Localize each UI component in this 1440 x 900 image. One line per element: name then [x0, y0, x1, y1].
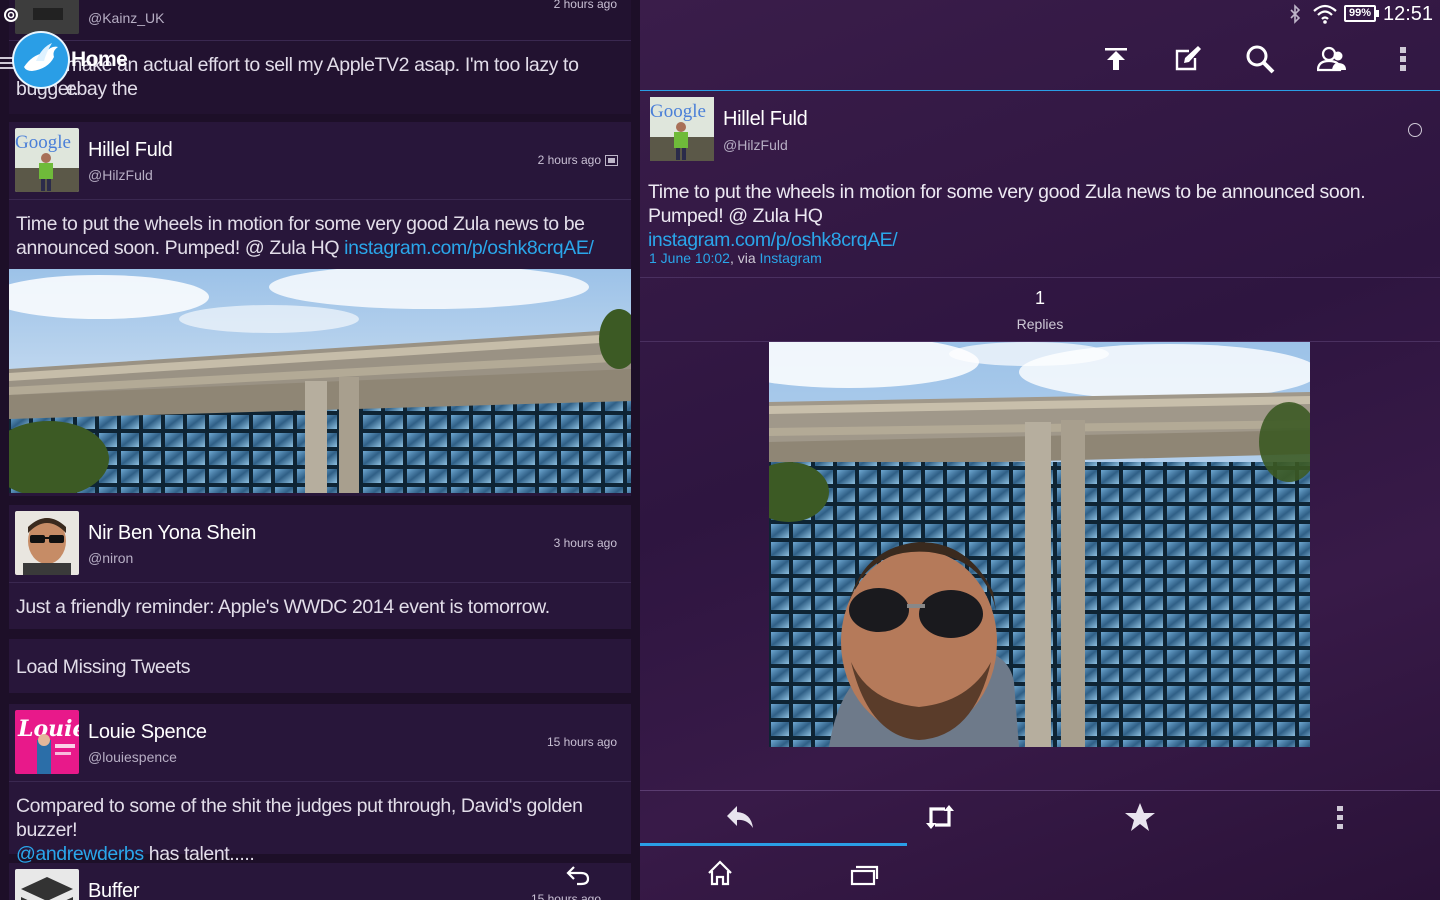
tweet-author-name[interactable]: Louie Spence — [88, 721, 207, 744]
tweet-time: 15 hours ago — [530, 892, 601, 900]
loading-indicator-icon — [1408, 123, 1422, 137]
compose-icon[interactable] — [1173, 45, 1203, 73]
menu-icon[interactable] — [0, 57, 14, 69]
avatar[interactable]: Louie — [15, 710, 79, 774]
tweet-handle: @Kainz_UK — [88, 10, 165, 26]
replies-count[interactable]: 1 — [640, 288, 1440, 309]
app-bar-underline — [640, 90, 1440, 91]
svg-text:Google: Google — [650, 101, 706, 122]
tweet-handle[interactable]: @HilzFuld — [88, 167, 153, 183]
at-icon — [0, 4, 30, 28]
bluetooth-icon — [1290, 4, 1301, 24]
detail-source[interactable]: Instagram — [760, 250, 822, 266]
upload-icon[interactable] — [1103, 46, 1129, 72]
timeline[interactable]: @Kainz_UK 2 hours ago make an actual eff… — [0, 0, 640, 900]
more-icon[interactable] — [1337, 806, 1343, 830]
svg-text:Google: Google — [15, 132, 71, 153]
tweet-author-name[interactable]: Buffer — [88, 880, 140, 900]
recents-icon[interactable] — [849, 864, 879, 886]
detail-link[interactable]: instagram.com/p/oshk8crqAE/ — [648, 229, 898, 251]
tweet-text: Just a friendly reminder: Apple's WWDC 2… — [16, 596, 550, 618]
divider — [9, 40, 631, 41]
load-missing-tweets-button[interactable]: Load Missing Tweets — [9, 639, 631, 693]
retweet-icon[interactable] — [925, 803, 955, 831]
tweet-author-name[interactable]: Hillel Fuld — [88, 139, 173, 162]
wifi-icon — [1313, 4, 1337, 24]
detail-handle[interactable]: @HilzFuld — [723, 137, 788, 153]
detail-date[interactable]: 1 June 10:02 — [649, 250, 730, 266]
media-icon — [605, 155, 618, 166]
divider — [640, 277, 1440, 278]
tweet-time: 2 hours ago — [537, 153, 601, 167]
search-icon[interactable] — [1245, 44, 1275, 74]
tweet-card[interactable]: Google Hillel Fuld @HilzFuld 2 hours ago… — [9, 122, 631, 496]
home-icon[interactable] — [706, 860, 734, 886]
people-icon[interactable] — [1317, 46, 1347, 72]
divider — [9, 781, 631, 782]
replies-label[interactable]: Replies — [640, 316, 1440, 332]
battery-tip — [1376, 10, 1379, 17]
tweet-handle[interactable]: @niron — [88, 550, 133, 566]
tweet-author-name[interactable]: Nir Ben Yona Shein — [88, 522, 256, 545]
tweet-card[interactable]: Nir Ben Yona Shein @niron 3 hours ago Ju… — [9, 505, 631, 629]
detail-meta: 1 June 10:02, via Instagram — [649, 250, 822, 266]
tweet-time: 3 hours ago — [553, 536, 617, 550]
divider — [9, 582, 631, 583]
divider — [640, 790, 1440, 791]
tweet-time: 2 hours ago — [553, 0, 617, 11]
tweet-time: 15 hours ago — [546, 735, 617, 749]
avatar[interactable] — [15, 869, 79, 900]
tweet-card[interactable]: Louie Louie Spence @louiespence 15 hours… — [9, 704, 631, 865]
action-selected-indicator — [640, 843, 907, 846]
app-logo-icon[interactable] — [14, 33, 68, 87]
avatar[interactable]: Google — [15, 128, 79, 192]
battery-icon: 99% — [1344, 5, 1376, 22]
favorite-icon[interactable] — [1124, 802, 1156, 832]
retweeted-icon — [566, 866, 590, 886]
status-time: 12:51 — [1383, 3, 1434, 25]
overflow-icon[interactable] — [1399, 46, 1407, 72]
detail-avatar[interactable]: Google — [650, 97, 714, 161]
tweet-text: bugger. — [16, 78, 79, 100]
tweet-text: Time to put the wheels in motion for som… — [16, 213, 594, 259]
load-missing-label: Load Missing Tweets — [16, 656, 191, 678]
detail-text: Time to put the wheels in motion for som… — [648, 181, 1366, 251]
detail-author-name[interactable]: Hillel Fuld — [723, 108, 808, 131]
tweet-detail-pane: 99% 12:51 Google Hillel Fuld @HilzFuld T… — [640, 0, 1440, 900]
tweet-card[interactable]: Buffer 15 hours ago — [9, 863, 631, 900]
reply-icon[interactable] — [725, 804, 755, 830]
tweet-link[interactable]: instagram.com/p/oshk8crqAE/ — [344, 237, 594, 259]
tweet-text: Compared to some of the shit the judges … — [16, 795, 583, 865]
avatar[interactable] — [15, 511, 79, 575]
divider — [9, 199, 631, 200]
tweet-photo[interactable] — [9, 269, 631, 493]
detail-photo[interactable] — [769, 342, 1310, 747]
tweet-mention[interactable]: @andrewderbs — [16, 843, 144, 865]
app-bar-title: Home — [71, 48, 128, 71]
tweet-handle[interactable]: @louiespence — [88, 749, 177, 765]
